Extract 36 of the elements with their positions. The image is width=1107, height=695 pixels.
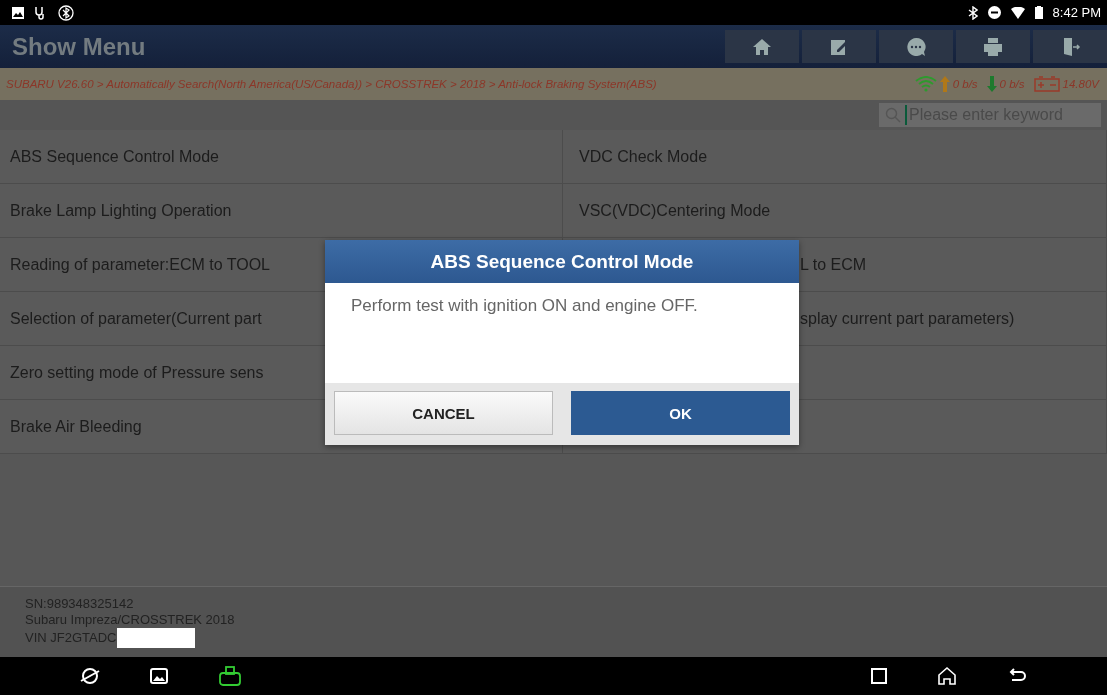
download-speed: 0 b/s xyxy=(999,78,1025,90)
dialog-title: ABS Sequence Control Mode xyxy=(325,240,799,283)
toolbar-button[interactable] xyxy=(725,30,799,63)
menu-item[interactable]: Brake Lamp Lighting Operation xyxy=(0,184,563,238)
wifi-icon xyxy=(1010,6,1025,19)
menu-item[interactable]: VDC Check Mode xyxy=(563,130,1107,184)
page-title: Show Menu xyxy=(12,32,146,61)
battery-icon xyxy=(1034,6,1043,19)
image-icon xyxy=(12,6,24,19)
up-arrow-icon xyxy=(939,76,950,92)
menu-item[interactable]: ABS Sequence Control Mode xyxy=(0,130,563,184)
home-icon[interactable] xyxy=(937,666,957,686)
clock-time: 8:42 PM xyxy=(1052,5,1101,20)
wifi-signal-icon xyxy=(914,76,937,92)
breadcrumb-path: SUBARU V26.60 > Automatically Search(North America(US/Canada)) > CROSSTREK > 2018 > Anti-lock Braking System(ABS) xyxy=(6,78,657,90)
chat-icon xyxy=(905,35,927,58)
back-icon[interactable] xyxy=(1007,668,1027,684)
toolbar-button[interactable] xyxy=(879,30,953,63)
bluetooth-icon xyxy=(967,5,978,20)
voltage-reading: 14.80V xyxy=(1062,78,1099,90)
bluetooth-icon xyxy=(58,4,74,21)
gallery-icon[interactable] xyxy=(150,668,168,684)
printer-icon xyxy=(982,35,1004,58)
menu-item[interactable]: VSC(VDC)Centering Mode xyxy=(563,184,1107,238)
recents-icon[interactable] xyxy=(871,668,887,684)
battery-icon xyxy=(1033,76,1060,92)
down-arrow-icon xyxy=(986,76,997,92)
do-not-disturb-icon xyxy=(987,6,1001,19)
toolbar-button[interactable] xyxy=(1033,30,1107,63)
toolbar-button[interactable] xyxy=(956,30,1030,63)
ok-button[interactable]: OK xyxy=(571,391,790,435)
vci-connector-icon[interactable] xyxy=(218,666,242,686)
toolbar-button[interactable] xyxy=(802,30,876,63)
planet-icon[interactable] xyxy=(80,666,100,686)
upload-speed: 0 b/s xyxy=(952,78,978,90)
cancel-button[interactable]: CANCEL xyxy=(334,391,553,435)
